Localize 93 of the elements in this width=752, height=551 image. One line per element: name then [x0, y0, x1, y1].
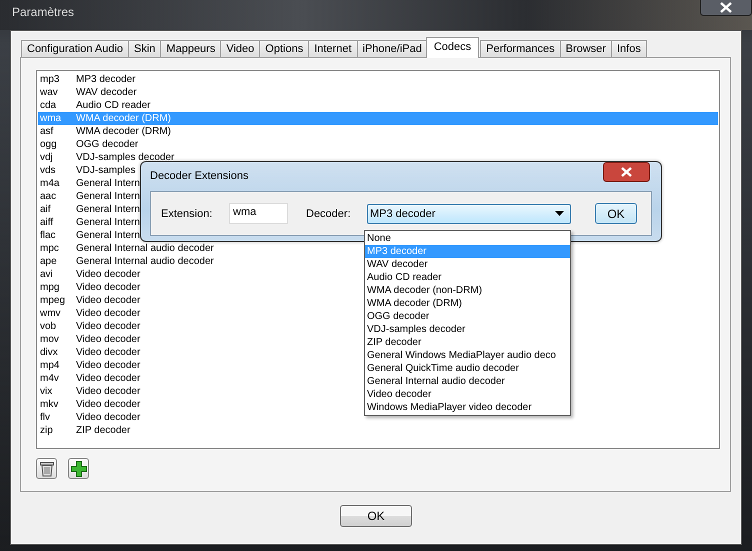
caret-icon: [555, 211, 564, 216]
extension-cell[interactable]: aac: [38, 190, 76, 203]
extension-cell[interactable]: mp3: [38, 73, 76, 86]
dropdown-option[interactable]: WMA decoder (DRM): [365, 297, 570, 310]
dropdown-option[interactable]: Video decoder: [365, 388, 570, 401]
extension-cell[interactable]: vdj: [38, 151, 76, 164]
tab[interactable]: Performances: [480, 40, 561, 58]
decoder-cell[interactable]: General Intern: [76, 229, 140, 242]
extension-cell[interactable]: mpg: [38, 281, 76, 294]
decoder-label: Decoder:: [306, 208, 352, 220]
decoder-cell[interactable]: Video decoder: [76, 333, 140, 346]
decoder-cell[interactable]: General Intern: [76, 190, 140, 203]
tab[interactable]: Video: [220, 40, 260, 58]
extension-cell[interactable]: avi: [38, 268, 76, 281]
decoder-cell[interactable]: Audio CD reader: [76, 99, 150, 112]
extension-cell[interactable]: m4v: [38, 372, 76, 385]
decoder-cell[interactable]: Video decoder: [76, 268, 140, 281]
dropdown-option[interactable]: Windows MediaPlayer video decoder: [365, 401, 570, 414]
decoder-cell[interactable]: Video decoder: [76, 372, 140, 385]
tab[interactable]: Skin: [128, 40, 162, 58]
dropdown-option[interactable]: General Windows MediaPlayer audio deco: [365, 349, 570, 362]
extension-label: Extension:: [161, 208, 214, 220]
decoder-cell[interactable]: OGG decoder: [76, 138, 138, 151]
decoder-cell[interactable]: VDJ-samples: [76, 164, 136, 177]
extension-cell[interactable]: flac: [38, 229, 76, 242]
extension-cell[interactable]: mov: [38, 333, 76, 346]
dropdown-option[interactable]: General Internal audio decoder: [365, 375, 570, 388]
decoder-cell[interactable]: General Internal audio decoder: [76, 255, 214, 268]
extension-cell[interactable]: wav: [38, 86, 76, 99]
window-title: Paramètres: [12, 5, 74, 19]
decoder-cell[interactable]: Video decoder: [76, 294, 140, 307]
extension-cell[interactable]: divx: [38, 346, 76, 359]
tab[interactable]: Configuration Audio: [21, 40, 130, 58]
extension-cell[interactable]: mpeg: [38, 294, 76, 307]
extension-cell[interactable]: mkv: [38, 398, 76, 411]
tab[interactable]: Options: [259, 40, 310, 58]
dropdown-option[interactable]: WAV decoder: [365, 258, 570, 271]
tab[interactable]: Codecs: [426, 37, 480, 58]
decoder-cell[interactable]: VDJ-samples decoder: [76, 151, 174, 164]
extension-cell[interactable]: mpc: [38, 242, 76, 255]
extension-cell[interactable]: ape: [38, 255, 76, 268]
tab[interactable]: Mappeurs: [160, 40, 222, 58]
decoder-cell[interactable]: Video decoder: [76, 411, 140, 424]
decoder-cell[interactable]: Video decoder: [76, 385, 140, 398]
decoder-dropdown[interactable]: MP3 decoder: [367, 204, 571, 224]
close-icon[interactable]: [700, 0, 752, 16]
extension-cell[interactable]: cda: [38, 99, 76, 112]
close-icon[interactable]: [603, 162, 650, 182]
ok-button[interactable]: OK: [595, 203, 637, 224]
extension-cell[interactable]: aiff: [38, 216, 76, 229]
decoder-cell[interactable]: General Internal audio decoder: [76, 242, 214, 255]
dropdown-option[interactable]: WMA decoder (non-DRM): [365, 284, 570, 297]
tab[interactable]: Browser: [560, 40, 612, 58]
dropdown-option[interactable]: None: [365, 232, 570, 245]
decoder-cell[interactable]: Video decoder: [76, 359, 140, 372]
dialog-title: Decoder Extensions: [150, 170, 248, 182]
extension-cell[interactable]: wmv: [38, 307, 76, 320]
extension-cell[interactable]: aif: [38, 203, 76, 216]
extension-cell[interactable]: asf: [38, 125, 76, 138]
extension-cell[interactable]: zip: [38, 424, 76, 437]
dropdown-option[interactable]: OGG decoder: [365, 310, 570, 323]
dropdown-option[interactable]: VDJ-samples decoder: [365, 323, 570, 336]
extension-cell[interactable]: ogg: [38, 138, 76, 151]
extension-cell[interactable]: vob: [38, 320, 76, 333]
decoder-cell[interactable]: Video decoder: [76, 398, 140, 411]
extension-cell[interactable]: vix: [38, 385, 76, 398]
decoder-cell[interactable]: General Intern: [76, 203, 140, 216]
tab[interactable]: Internet: [308, 40, 358, 58]
extension-cell[interactable]: flv: [38, 411, 76, 424]
extension-cell[interactable]: m4a: [38, 177, 76, 190]
decoder-cell[interactable]: WMA decoder (DRM): [76, 125, 172, 138]
delete-button[interactable]: [36, 458, 57, 479]
decoder-cell[interactable]: Video decoder: [76, 346, 140, 359]
decoder-cell[interactable]: ZIP decoder: [76, 424, 130, 437]
decoder-cell[interactable]: MP3 decoder: [76, 73, 136, 86]
add-button[interactable]: [68, 458, 89, 479]
dropdown-option[interactable]: Audio CD reader: [365, 271, 570, 284]
extension-cell[interactable]: vds: [38, 164, 76, 177]
decoder-cell[interactable]: General Intern: [76, 177, 140, 190]
tab[interactable]: iPhone/iPad: [356, 40, 428, 58]
dropdown-option[interactable]: General QuickTime audio decoder: [365, 362, 570, 375]
tab[interactable]: Infos: [610, 40, 647, 58]
decoder-cell[interactable]: Video decoder: [76, 320, 140, 333]
extension-cell[interactable]: mp4: [38, 359, 76, 372]
dropdown-option[interactable]: ZIP decoder: [365, 336, 570, 349]
decoder-cell[interactable]: Video decoder: [76, 307, 140, 320]
extension-field[interactable]: wma: [229, 203, 288, 224]
ok-button[interactable]: OK: [340, 505, 412, 527]
decoder-cell[interactable]: General Intern: [76, 216, 140, 229]
decoder-cell[interactable]: WAV decoder: [76, 86, 137, 99]
decoder-cell[interactable]: Video decoder: [76, 281, 140, 294]
trash-icon: [40, 460, 54, 476]
plus-icon: [70, 460, 86, 476]
